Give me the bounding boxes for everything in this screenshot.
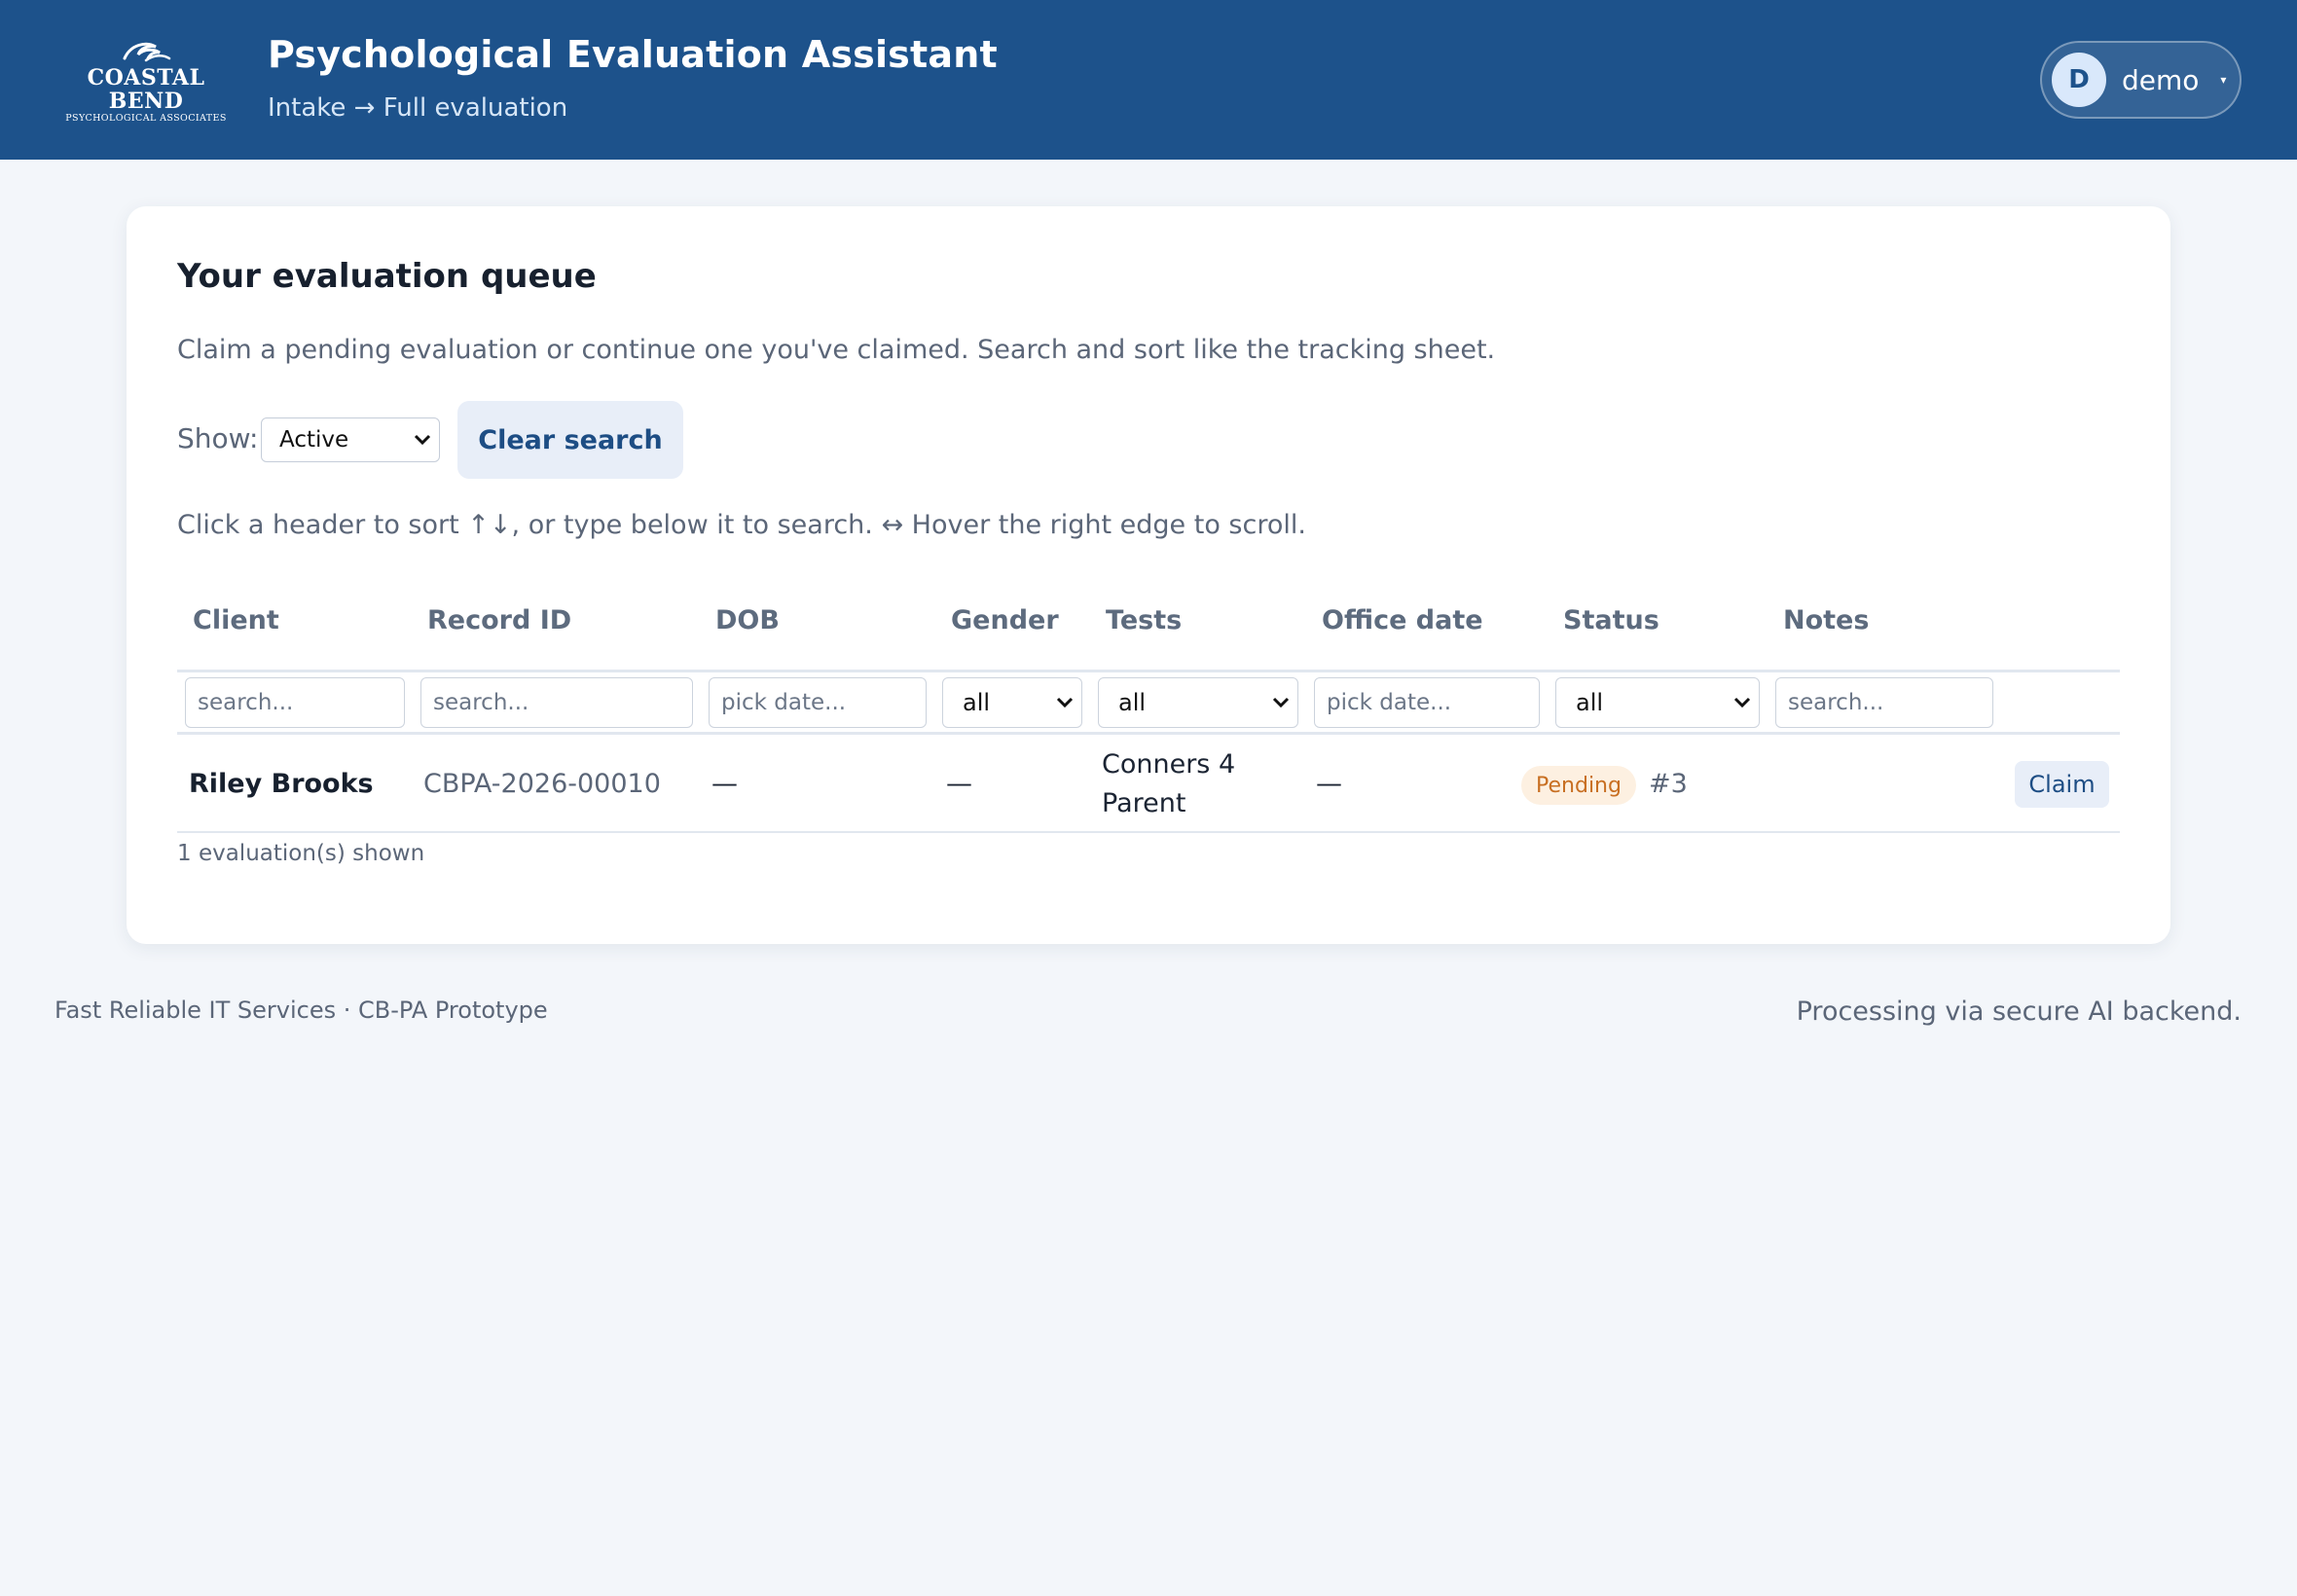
tests-filter-value: all: [1118, 689, 1147, 716]
chevron-down-icon: [414, 434, 431, 446]
cell-gender: —: [946, 769, 972, 799]
logo-text-secondary: PSYCHOLOGICAL ASSOCIATES: [65, 113, 227, 124]
status-filter-value: all: [1576, 689, 1604, 716]
footer-credit: Fast Reliable IT Services · CB-PA Protot…: [55, 997, 548, 1024]
avatar: D: [2052, 53, 2106, 107]
clear-search-button[interactable]: Clear search: [457, 401, 683, 479]
column-header-record-id[interactable]: Record ID: [427, 605, 571, 635]
column-header-status[interactable]: Status: [1563, 605, 1659, 635]
show-filter-select[interactable]: Active: [261, 417, 440, 462]
cell-status-number: #3: [1649, 769, 1688, 799]
column-header-notes[interactable]: Notes: [1783, 605, 1869, 635]
column-header-tests[interactable]: Tests: [1106, 605, 1182, 635]
user-menu-button[interactable]: D demo ▾: [2040, 41, 2242, 119]
app-subtitle: Intake → Full evaluation: [268, 93, 568, 123]
client-search-input[interactable]: search...: [185, 677, 405, 728]
chevron-down-icon: [1056, 697, 1074, 708]
column-header-client[interactable]: Client: [193, 605, 279, 635]
cell-dob: —: [711, 769, 738, 799]
evaluation-queue-card: Your evaluation queue Claim a pending ev…: [127, 206, 2170, 944]
status-badge: Pending: [1521, 766, 1636, 805]
gender-filter-value: all: [963, 689, 991, 716]
cell-tests-line1: Conners 4: [1102, 749, 1236, 780]
chevron-down-icon: [1733, 697, 1751, 708]
record-id-search-input[interactable]: search...: [420, 677, 693, 728]
queue-title: Your evaluation queue: [177, 257, 597, 296]
column-header-gender[interactable]: Gender: [951, 605, 1059, 635]
tests-filter-select[interactable]: all: [1098, 677, 1298, 728]
column-header-dob[interactable]: DOB: [715, 605, 780, 635]
gender-filter-select[interactable]: all: [942, 677, 1082, 728]
office-date-picker[interactable]: pick date...: [1314, 677, 1540, 728]
cell-record-id: CBPA-2026-00010: [423, 769, 661, 799]
status-filter-select[interactable]: all: [1555, 677, 1760, 728]
header-divider: [177, 670, 2120, 672]
chevron-down-icon: ▾: [2220, 73, 2227, 87]
claim-button[interactable]: Claim: [2015, 761, 2109, 808]
company-logo: COASTAL BEND PSYCHOLOGICAL ASSOCIATES: [53, 39, 239, 124]
footer-processing-note: Processing via secure AI backend.: [1796, 997, 2242, 1027]
cell-office-date: —: [1316, 769, 1342, 799]
column-header-office-date[interactable]: Office date: [1322, 605, 1483, 635]
chevron-down-icon: [1272, 697, 1290, 708]
wave-logo-icon: [123, 42, 171, 62]
app-header: COASTAL BEND PSYCHOLOGICAL ASSOCIATES Ps…: [0, 0, 2297, 160]
cell-client: Riley Brooks: [189, 769, 374, 799]
notes-search-input[interactable]: search...: [1775, 677, 1993, 728]
show-filter-label: Show:: [177, 422, 259, 454]
filter-divider: [177, 732, 2120, 735]
user-name: demo: [2122, 63, 2200, 96]
table-hint: Click a header to sort ↑↓, or type below…: [177, 510, 1306, 540]
queue-description: Claim a pending evaluation or continue o…: [177, 335, 1496, 365]
show-filter-value: Active: [279, 427, 349, 453]
logo-text-primary: COASTAL BEND: [87, 65, 205, 114]
row-divider: [177, 831, 2120, 833]
evaluation-count: 1 evaluation(s) shown: [177, 841, 425, 866]
dob-date-picker[interactable]: pick date...: [709, 677, 927, 728]
cell-tests-line2: Parent: [1102, 788, 1186, 818]
app-title: Psychological Evaluation Assistant: [268, 33, 998, 76]
